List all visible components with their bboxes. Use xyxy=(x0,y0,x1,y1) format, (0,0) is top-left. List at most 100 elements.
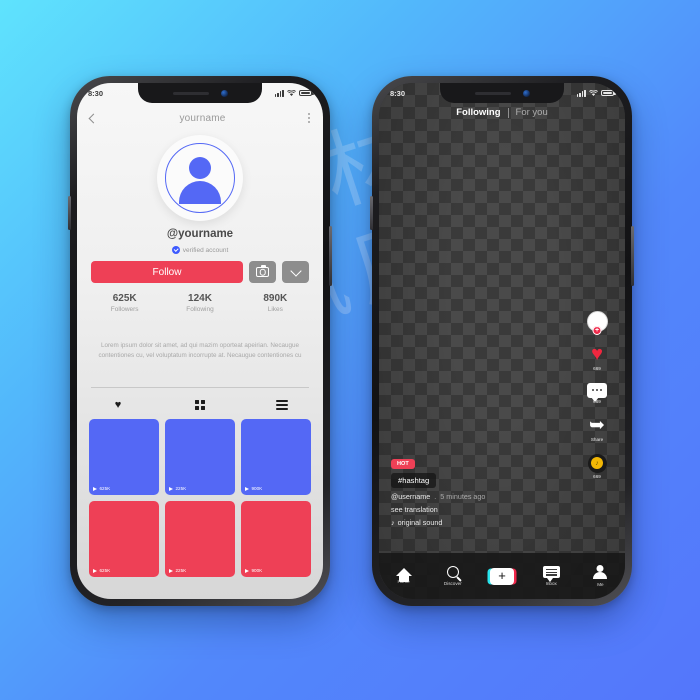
like-count: 669 xyxy=(593,365,601,371)
music-disc-icon: ♪ xyxy=(587,453,607,473)
nav-item-create[interactable]: + xyxy=(477,567,526,585)
caption-separator: . xyxy=(434,492,437,501)
video-caption: HOT #hashtag @username . 5 minutes ago s… xyxy=(391,459,485,527)
profile-screen: 8:30 yourname @yourname verified account… xyxy=(77,83,323,599)
follow-avatar-button[interactable]: + xyxy=(586,311,608,334)
follow-button[interactable]: Follow xyxy=(91,261,243,283)
tab-following[interactable]: Following xyxy=(456,107,500,118)
caption-username[interactable]: @username xyxy=(391,492,430,501)
play-icon xyxy=(93,568,97,573)
sound-name: original sound xyxy=(397,518,443,527)
video-feed-screen: 8:30 Following For you + ♥ 669 669 ➥ Sha… xyxy=(379,83,625,599)
person-avatar-icon xyxy=(165,143,235,213)
person-icon xyxy=(592,565,608,579)
verified-check-icon xyxy=(171,246,180,254)
comment-icon xyxy=(587,382,607,402)
grid-item[interactable]: 625K xyxy=(89,419,159,495)
kebab-menu-icon[interactable] xyxy=(307,113,310,123)
tab-for-you[interactable]: For you xyxy=(516,107,548,118)
profile-header: yourname xyxy=(77,105,323,131)
nav-label: Me xyxy=(597,581,604,587)
see-translation-link[interactable]: see translation xyxy=(391,505,438,514)
battery-icon xyxy=(299,89,314,97)
action-rail: + ♥ 669 669 ➥ Share ♪ 669 xyxy=(579,311,615,479)
notch xyxy=(440,83,564,103)
video-grid: 625K 225K 900K 625K 225K 900K xyxy=(89,419,311,577)
grid-item[interactable]: 625K xyxy=(89,501,159,577)
wifi-icon xyxy=(589,89,598,96)
share-button[interactable]: ➥ Share xyxy=(589,416,605,442)
view-count: 225K xyxy=(175,568,187,573)
phone-right: 8:30 Following For you + ♥ 669 669 ➥ Sha… xyxy=(370,76,634,606)
feed-tabs: Following For you xyxy=(379,107,625,118)
tab-grid[interactable] xyxy=(159,395,241,415)
grid-item[interactable]: 900K xyxy=(241,419,311,495)
caption-timestamp: 5 minutes ago xyxy=(440,492,486,501)
stat-followers[interactable]: 625K Followers xyxy=(87,293,162,313)
nav-item-inbox[interactable]: Inbox xyxy=(527,566,576,586)
sound-count: 669 xyxy=(593,474,601,479)
divider xyxy=(91,387,309,388)
verified-label: verified account xyxy=(182,246,229,254)
view-count: 625K xyxy=(99,568,111,573)
comment-button[interactable]: 669 xyxy=(587,382,607,404)
grid-item[interactable]: 225K xyxy=(165,419,235,495)
inbox-icon xyxy=(542,566,560,582)
nav-item-me[interactable]: Me xyxy=(576,565,625,587)
heart-icon: ♥ xyxy=(591,343,603,365)
sound-disc-button[interactable]: ♪ 669 xyxy=(587,453,607,479)
expand-button[interactable] xyxy=(282,261,309,283)
view-count: 900K xyxy=(251,486,263,491)
hashtag-chip[interactable]: #hashtag xyxy=(391,473,437,488)
view-count: 225K xyxy=(175,486,187,491)
avatar-plus-icon: + xyxy=(586,311,608,334)
profile-bio: Lorem ipsum dolor sit amet, ad qui mazim… xyxy=(98,342,302,360)
grid-item[interactable]: 900K xyxy=(241,501,311,577)
status-time: 8:30 xyxy=(88,88,104,98)
back-button[interactable] xyxy=(88,113,99,123)
battery-icon xyxy=(601,89,616,97)
stat-label: Followers xyxy=(110,306,139,313)
play-icon xyxy=(169,568,173,573)
nav-item-discover[interactable]: Discover xyxy=(428,566,477,586)
profile-actions: Follow xyxy=(91,261,309,283)
play-icon xyxy=(245,486,249,491)
tab-separator xyxy=(507,107,509,118)
stat-following[interactable]: 124K Following xyxy=(162,293,237,313)
stat-likes[interactable]: 890K Likes xyxy=(238,293,313,313)
wifi-icon xyxy=(287,89,296,96)
grid-item[interactable]: 225K xyxy=(165,501,235,577)
page-title: yourname xyxy=(179,112,226,124)
heart-icon: ♥ xyxy=(114,398,122,411)
profile-handle: @yourname xyxy=(166,228,234,240)
stat-value: 625K xyxy=(112,293,137,304)
status-time: 8:30 xyxy=(390,88,406,98)
plus-icon: + xyxy=(490,567,514,585)
signal-icon xyxy=(576,89,586,97)
play-icon xyxy=(93,486,97,491)
camera-button[interactable] xyxy=(249,261,276,283)
nav-item-home[interactable]: Home xyxy=(379,568,428,584)
camera-icon xyxy=(256,265,269,277)
tab-list[interactable] xyxy=(241,395,323,415)
share-label: Share xyxy=(590,436,604,442)
play-icon xyxy=(169,486,173,491)
avatar[interactable] xyxy=(157,135,243,221)
tab-liked[interactable]: ♥ xyxy=(77,395,159,415)
nav-label: Discover xyxy=(443,580,462,586)
speaker-icon xyxy=(474,91,511,95)
signal-icon xyxy=(274,89,284,97)
play-icon xyxy=(245,568,249,573)
home-icon xyxy=(395,568,412,583)
chevron-down-icon xyxy=(289,264,302,277)
sound-row[interactable]: ♪ original sound xyxy=(391,518,442,527)
list-icon xyxy=(276,400,288,410)
front-camera-icon xyxy=(522,89,530,97)
search-icon xyxy=(446,566,459,579)
status-badge: HOT xyxy=(391,459,415,469)
notch xyxy=(138,83,262,103)
phone-left: 8:30 yourname @yourname verified account… xyxy=(68,76,332,606)
like-button[interactable]: ♥ 669 xyxy=(591,344,603,371)
stat-value: 890K xyxy=(263,293,288,304)
front-camera-icon xyxy=(220,89,228,97)
